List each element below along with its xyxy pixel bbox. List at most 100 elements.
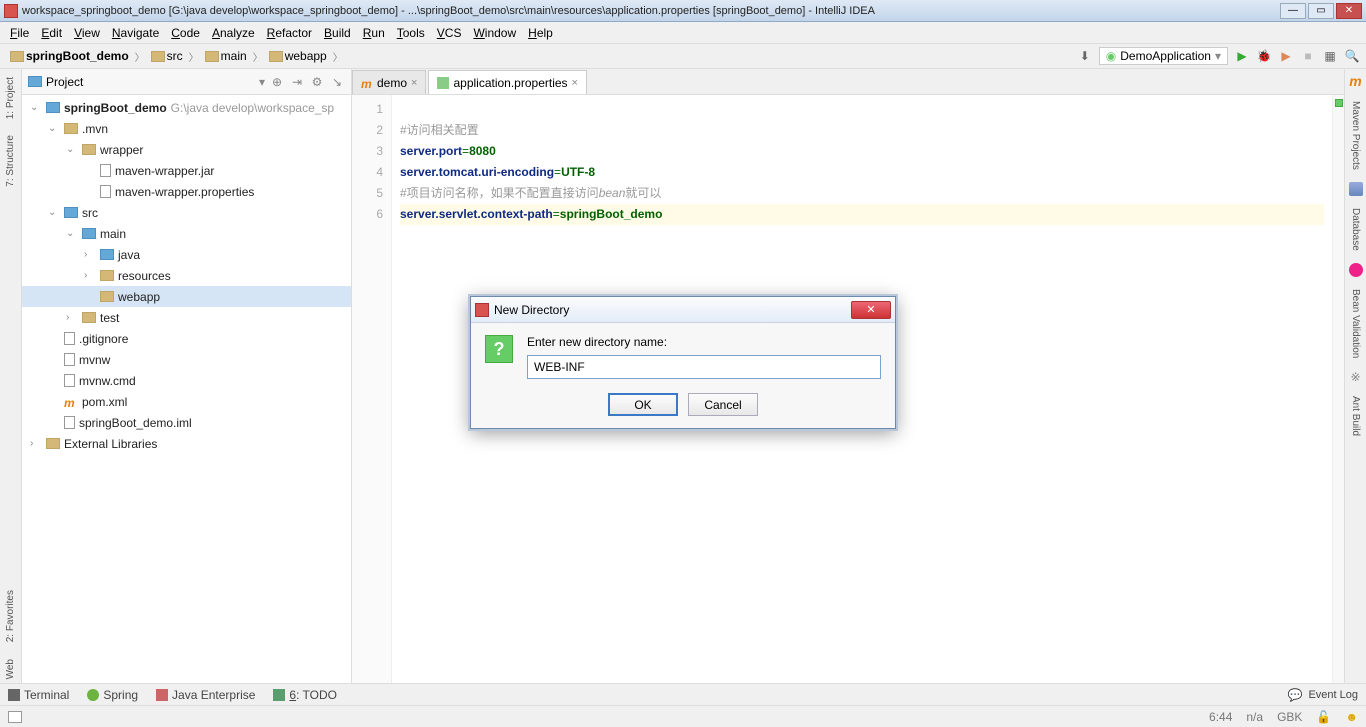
tool-database[interactable]: Database — [1350, 204, 1361, 255]
tree-toggle[interactable]: ⌄ — [48, 123, 60, 134]
scroll-to-icon[interactable]: ⊕ — [269, 74, 285, 90]
dialog-label: Enter new directory name: — [527, 335, 881, 349]
tree-node-maven-wrapper.jar[interactable]: maven-wrapper.jar — [22, 160, 351, 181]
tree-node-resources[interactable]: ›resources — [22, 265, 351, 286]
menu-edit[interactable]: Edit — [35, 24, 68, 42]
tool-structure[interactable]: 7: Structure — [5, 131, 16, 191]
tree-node-java[interactable]: ›java — [22, 244, 351, 265]
maven-file-icon: m — [64, 396, 78, 407]
tree-node-main[interactable]: ⌄main — [22, 223, 351, 244]
tree-toggle[interactable]: ⌄ — [48, 207, 60, 218]
tool-favorites[interactable]: 2: Favorites — [5, 586, 16, 646]
project-view-title[interactable]: Project — [46, 75, 255, 89]
tab-application.properties[interactable]: application.properties× — [428, 70, 587, 94]
menu-help[interactable]: Help — [522, 24, 559, 42]
tree-toggle[interactable]: ⌄ — [30, 102, 42, 113]
menu-refactor[interactable]: Refactor — [261, 24, 318, 42]
event-log-button[interactable]: Event Log — [1308, 689, 1358, 701]
tree-node-wrapper[interactable]: ⌄wrapper — [22, 139, 351, 160]
inspection-status-icon — [1335, 99, 1343, 107]
tree-node-maven-wrapper.properties[interactable]: maven-wrapper.properties — [22, 181, 351, 202]
tree-toggle[interactable]: › — [84, 249, 96, 260]
search-everywhere-icon[interactable]: 🔍 — [1344, 48, 1360, 64]
tree-node-.gitignore[interactable]: .gitignore — [22, 328, 351, 349]
directory-name-input[interactable] — [527, 355, 881, 379]
btool-todo[interactable]: 6: TODO — [273, 688, 337, 702]
build-icon[interactable]: ⬇ — [1077, 48, 1093, 64]
tab-close-icon[interactable]: × — [411, 77, 417, 89]
tree-node-src[interactable]: ⌄src — [22, 202, 351, 223]
tree-node-springBoot_demo.iml[interactable]: springBoot_demo.iml — [22, 412, 351, 433]
inspection-icon[interactable]: ☻ — [1345, 710, 1358, 724]
maximize-button[interactable]: ▭ — [1308, 3, 1334, 19]
debug-icon[interactable]: 🐞 — [1256, 48, 1272, 64]
cancel-button[interactable]: Cancel — [688, 393, 758, 416]
file-icon — [100, 164, 111, 177]
coverage-icon[interactable]: ▶ — [1278, 48, 1294, 64]
readonly-icon[interactable]: 🔓 — [1316, 710, 1331, 724]
tab-close-icon[interactable]: × — [572, 77, 578, 89]
tree-toggle[interactable]: ⌄ — [66, 228, 78, 239]
breadcrumb-src[interactable]: src — [147, 48, 187, 64]
menu-view[interactable]: View — [68, 24, 106, 42]
tree-node-.mvn[interactable]: ⌄.mvn — [22, 118, 351, 139]
tree-node-pom.xml[interactable]: mpom.xml — [22, 391, 351, 412]
tree-node-springBoot_demo[interactable]: ⌄springBoot_demoG:\java develop\workspac… — [22, 97, 351, 118]
status-encoding[interactable]: GBK — [1277, 710, 1302, 724]
status-caret: 6:44 — [1209, 710, 1232, 724]
close-button[interactable]: ✕ — [1336, 3, 1362, 19]
tree-toggle[interactable]: ⌄ — [66, 144, 78, 155]
tool-ant[interactable]: Ant Build — [1350, 392, 1361, 440]
menu-vcs[interactable]: VCS — [431, 24, 468, 42]
run-icon[interactable]: ▶ — [1234, 48, 1250, 64]
menu-navigate[interactable]: Navigate — [106, 24, 165, 42]
file-icon — [64, 374, 75, 387]
jee-icon — [156, 689, 168, 701]
menu-analyze[interactable]: Analyze — [206, 24, 261, 42]
tree-node-External Libraries[interactable]: ›External Libraries — [22, 433, 351, 454]
menu-build[interactable]: Build — [318, 24, 357, 42]
menu-code[interactable]: Code — [165, 24, 206, 42]
tree-toggle[interactable]: › — [30, 438, 42, 449]
ok-button[interactable]: OK — [608, 393, 678, 416]
btool-term[interactable]: Terminal — [8, 688, 69, 702]
breadcrumb-main[interactable]: main — [201, 48, 251, 64]
tree-node-test[interactable]: ›test — [22, 307, 351, 328]
menu-window[interactable]: Window — [467, 24, 522, 42]
ant-icon: ※ — [1350, 370, 1360, 384]
hide-icon[interactable]: ↘ — [329, 74, 345, 90]
tool-bean-validation[interactable]: Bean Validation — [1350, 285, 1361, 362]
breadcrumbs: springBoot_demo srcmain webapp — [6, 48, 343, 64]
project-tree[interactable]: ⌄springBoot_demoG:\java develop\workspac… — [22, 95, 351, 683]
tree-toggle[interactable]: › — [84, 270, 96, 281]
tool-window-toggle[interactable] — [8, 711, 22, 723]
run-config-label: DemoApplication — [1120, 49, 1211, 63]
menu-file[interactable]: File — [4, 24, 35, 42]
breadcrumb-webapp[interactable]: webapp — [265, 48, 331, 64]
stop-icon[interactable]: ■ — [1300, 48, 1316, 64]
file-icon — [64, 332, 75, 345]
menu-tools[interactable]: Tools — [391, 24, 431, 42]
chevron-down-icon[interactable]: ▾ — [259, 75, 265, 89]
tree-node-mvnw[interactable]: mvnw — [22, 349, 351, 370]
tree-node-webapp[interactable]: webapp — [22, 286, 351, 307]
collapse-icon[interactable]: ⇥ — [289, 74, 305, 90]
tab-demo[interactable]: mdemo× — [352, 70, 426, 94]
menu-run[interactable]: Run — [357, 24, 391, 42]
layout-icon[interactable]: ▦ — [1322, 48, 1338, 64]
minimize-button[interactable]: — — [1280, 3, 1306, 19]
run-config-selector[interactable]: ◉ DemoApplication ▾ — [1099, 47, 1228, 65]
breadcrumb-springBoot_demo[interactable]: springBoot_demo — [6, 48, 133, 64]
btool-jee[interactable]: Java Enterprise — [156, 688, 255, 702]
dialog-close-button[interactable]: ✕ — [851, 301, 891, 319]
tool-project[interactable]: 1: Project — [5, 73, 16, 123]
tool-maven[interactable]: Maven Projects — [1350, 97, 1361, 174]
tree-toggle[interactable]: › — [66, 312, 78, 323]
btool-spring[interactable]: Spring — [87, 688, 138, 702]
gear-icon[interactable]: ⚙ — [309, 74, 325, 90]
event-log-icon: 💬 — [1288, 688, 1303, 702]
dialog-icon — [475, 303, 489, 317]
tool-web[interactable]: Web — [5, 655, 16, 683]
tree-node-mvnw.cmd[interactable]: mvnw.cmd — [22, 370, 351, 391]
file-icon — [64, 353, 75, 366]
